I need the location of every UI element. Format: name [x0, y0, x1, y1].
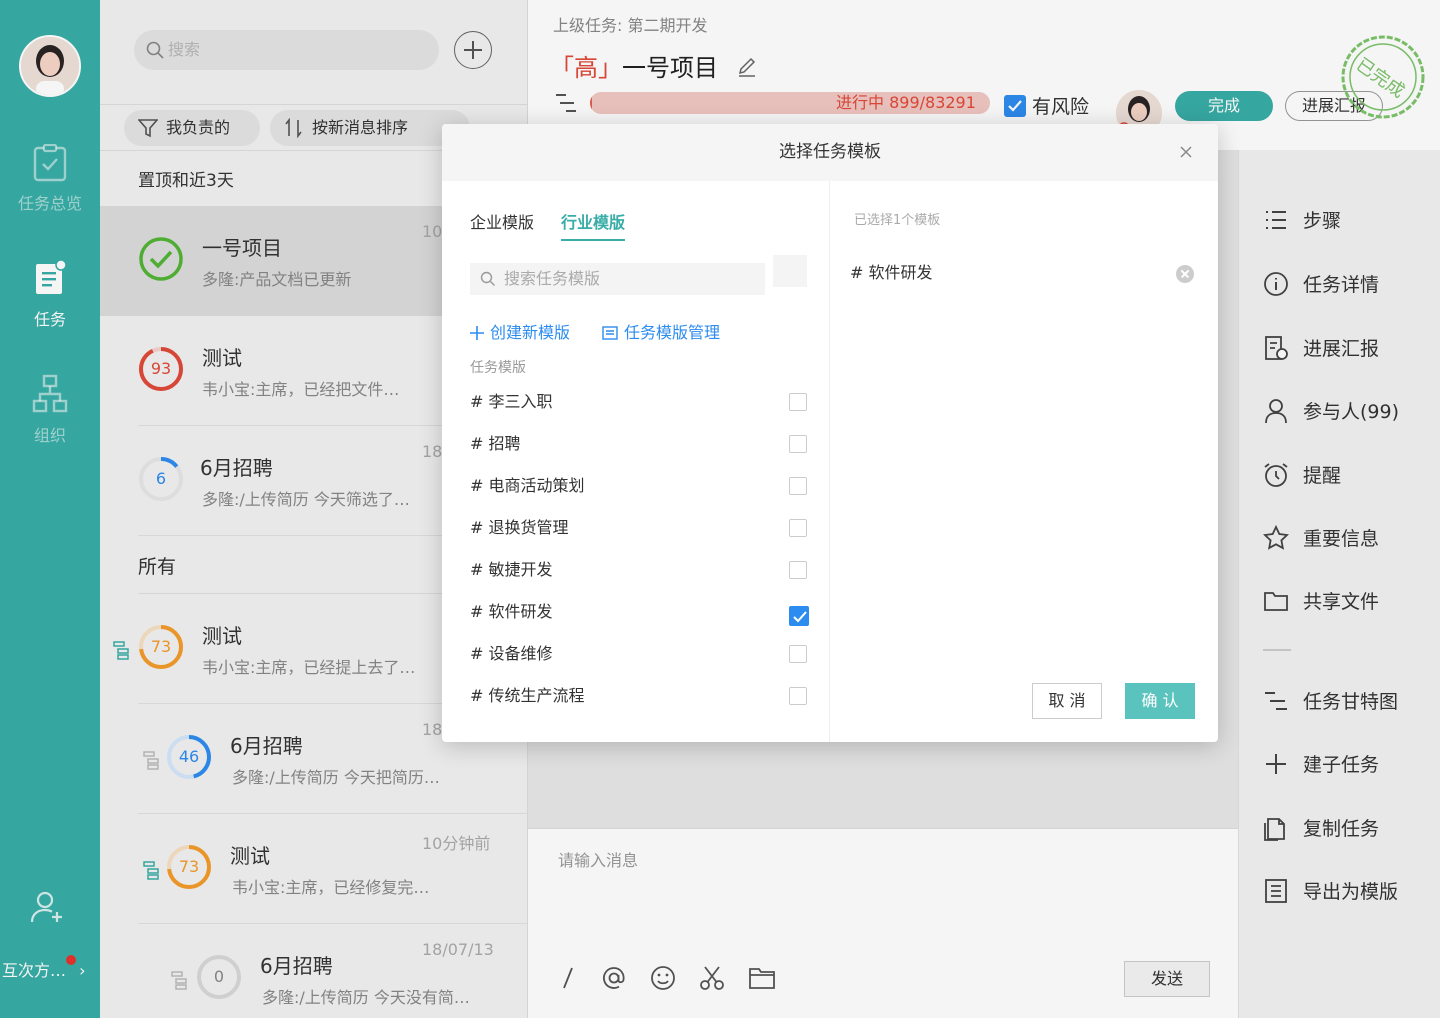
template-name: # 设备维修	[470, 644, 553, 663]
template-name: # 电商活动策划	[470, 476, 585, 495]
template-checkbox[interactable]	[789, 477, 807, 495]
selected-templates-pane: 已选择1个模板 # 软件研发 取 消 确 认	[830, 181, 1218, 742]
template-name: # 敏捷开发	[470, 560, 553, 579]
tab-industry-templates[interactable]: 行业模版	[561, 209, 626, 241]
template-manage-icon	[602, 326, 618, 340]
selected-count-label: 已选择1个模板	[854, 213, 941, 228]
template-row[interactable]: # 电商活动策划	[470, 471, 810, 501]
template-row[interactable]: # 传统生产流程	[470, 681, 810, 711]
close-icon[interactable]	[1176, 142, 1196, 162]
template-name: # 退换货管理	[470, 518, 569, 537]
template-list-pane: 企业模版 行业模版 搜索任务模版 创建新模版 任务模版管理 任务模版 # 李三入…	[442, 181, 830, 742]
plus-icon	[470, 326, 484, 340]
template-checkbox[interactable]	[789, 519, 807, 537]
template-checkbox[interactable]	[789, 645, 807, 663]
template-checkbox[interactable]	[789, 435, 807, 453]
remove-selected-icon[interactable]	[1176, 265, 1194, 283]
template-row[interactable]: # 敏捷开发	[470, 555, 810, 585]
template-search-input[interactable]: 搜索任务模版	[470, 263, 765, 295]
selected-template-item: # 软件研发	[850, 263, 933, 282]
template-row[interactable]: # 退换货管理	[470, 513, 810, 543]
dialog-title: 选择任务模板	[442, 124, 1218, 181]
manage-templates-link[interactable]: 任务模版管理	[602, 319, 720, 343]
template-name: # 传统生产流程	[470, 686, 585, 705]
template-checkbox-checked[interactable]	[789, 606, 809, 626]
cancel-button[interactable]: 取 消	[1032, 683, 1102, 719]
template-checkbox[interactable]	[789, 561, 807, 579]
template-name: # 招聘	[470, 434, 521, 453]
search-placeholder: 搜索任务模版	[504, 269, 601, 288]
template-name: # 李三入职	[470, 392, 553, 411]
template-row[interactable]: # 李三入职	[470, 387, 810, 417]
search-icon	[480, 271, 495, 286]
create-template-link[interactable]: 创建新模版	[470, 319, 570, 343]
template-list-label: 任务模版	[470, 360, 526, 376]
template-row[interactable]: # 软件研发	[470, 597, 810, 627]
template-checkbox[interactable]	[789, 687, 807, 705]
confirm-button[interactable]: 确 认	[1125, 683, 1195, 719]
template-row[interactable]: # 招聘	[470, 429, 810, 459]
link-label: 创建新模版	[490, 323, 571, 342]
link-label: 任务模版管理	[624, 323, 721, 342]
template-row[interactable]: # 设备维修	[470, 639, 810, 669]
template-checkbox[interactable]	[789, 393, 807, 411]
search-button[interactable]	[773, 255, 807, 287]
template-name: # 软件研发	[470, 602, 553, 621]
select-template-dialog: 选择任务模板 企业模版 行业模版 搜索任务模版 创建新模版 任务模版管理 任务模…	[442, 124, 1218, 742]
tab-enterprise-templates[interactable]: 企业模版	[470, 209, 534, 233]
